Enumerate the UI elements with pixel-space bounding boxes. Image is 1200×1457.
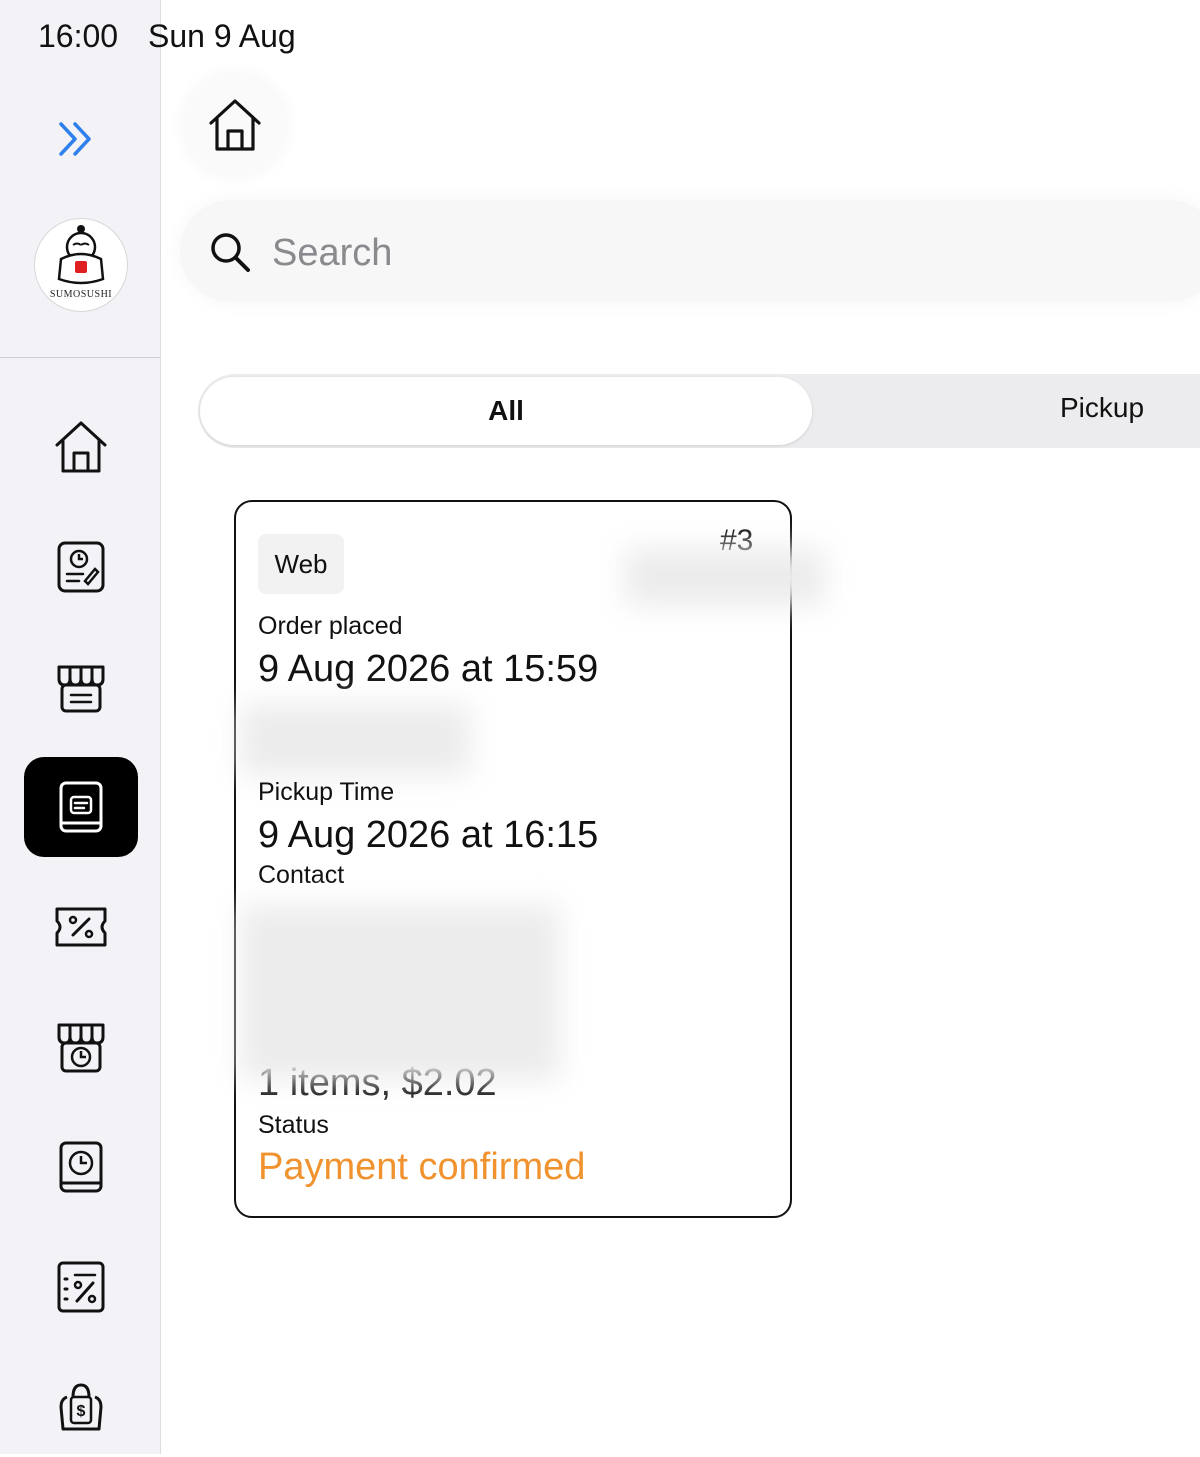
order-history-icon — [57, 541, 105, 593]
store-hours-icon — [57, 1023, 105, 1073]
coupon-icon — [55, 907, 107, 947]
sidebar-item-coupons[interactable] — [24, 877, 138, 977]
store-icon — [57, 665, 105, 713]
discount-icon — [57, 1261, 105, 1313]
sidebar-item-schedule[interactable] — [24, 1117, 138, 1217]
expand-sidebar-button[interactable] — [52, 114, 102, 164]
order-placed-label: Order placed — [258, 612, 403, 640]
search-input[interactable] — [270, 224, 1174, 282]
order-status-value: Payment confirmed — [258, 1146, 586, 1188]
restaurant-logo[interactable]: SUMOSUSHI — [34, 218, 128, 312]
sidebar-divider — [0, 357, 160, 358]
sidebar: 16:00 Sun 9 Aug SUMOSUSHI $ — [0, 0, 296, 1457]
status-time: 16:00 — [38, 18, 119, 54]
sidebar-item-store[interactable] — [24, 637, 138, 737]
order-source-badge: Web — [258, 534, 344, 594]
order-placed-value: 9 Aug 2026 at 15:59 — [258, 648, 599, 690]
sidebar-item-orders[interactable] — [24, 757, 138, 857]
logo-text: SUMOSUSHI — [49, 289, 113, 300]
sidebar-item-store-hours[interactable] — [24, 997, 138, 1097]
home-icon — [209, 99, 261, 151]
double-chevron-right-icon — [59, 122, 91, 156]
sidebar-item-discounts[interactable] — [24, 1237, 138, 1337]
redacted-area — [625, 548, 825, 606]
sidebar-item-order-history[interactable] — [24, 517, 138, 617]
sumo-mascot-icon — [57, 225, 105, 285]
tab-all[interactable]: All — [200, 377, 812, 445]
home-icon — [55, 421, 107, 473]
pickup-time-label: Pickup Time — [258, 778, 395, 806]
price-tag-icon: $ — [59, 1383, 103, 1431]
tab-pickup[interactable]: Pickup — [1060, 392, 1144, 424]
search-icon — [211, 233, 250, 272]
sidebar-item-pricing[interactable]: $ — [24, 1357, 138, 1457]
sidebar-item-home[interactable] — [24, 397, 138, 497]
home-button[interactable] — [184, 74, 286, 176]
svg-text:$: $ — [77, 1403, 86, 1420]
redacted-area — [240, 704, 470, 776]
contact-label: Contact — [258, 861, 345, 889]
redacted-area — [240, 905, 560, 1080]
pickup-time-value: 9 Aug 2026 at 16:15 — [258, 814, 599, 856]
schedule-icon — [59, 1141, 103, 1193]
status-label: Status — [258, 1111, 329, 1139]
orders-icon — [59, 781, 103, 833]
status-date: Sun 9 Aug — [148, 18, 296, 54]
